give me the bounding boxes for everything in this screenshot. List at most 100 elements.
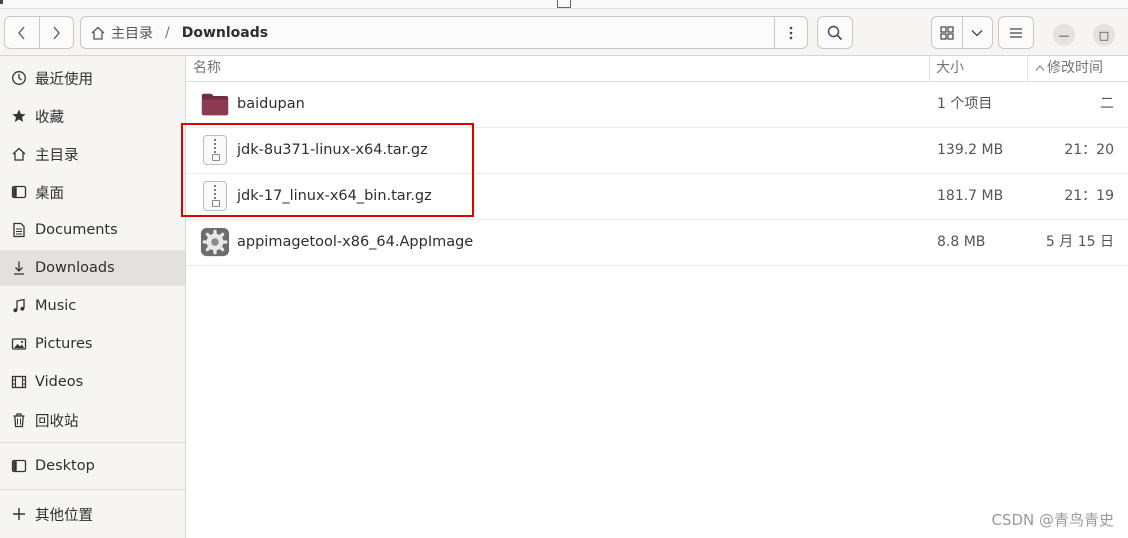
sidebar-item-label: Documents bbox=[35, 222, 118, 238]
column-divider bbox=[1027, 56, 1028, 81]
navigation-buttons bbox=[4, 16, 74, 49]
sidebar-item-label: 其他位置 bbox=[35, 507, 93, 524]
folder-icon bbox=[201, 93, 229, 116]
file-name: appimagetool-x86_64.AppImage bbox=[237, 234, 474, 250]
sidebar-item-label: 主目录 bbox=[35, 147, 79, 164]
watermark: CSDN @青鸟青史 bbox=[991, 511, 1114, 529]
file-modified: 21：19 bbox=[1064, 188, 1114, 204]
sidebar-item-pictures[interactable]: Pictures bbox=[0, 326, 185, 362]
desktop-icon bbox=[9, 184, 29, 200]
back-button[interactable] bbox=[5, 17, 39, 48]
sidebar-item-label: Videos bbox=[35, 374, 84, 390]
sidebar-item-label: Desktop bbox=[35, 458, 95, 474]
sidebar: 最近使用 收藏 主目录 桌面 Documents Downloads Music… bbox=[0, 56, 186, 538]
trash-icon bbox=[9, 412, 29, 428]
column-divider bbox=[929, 56, 930, 81]
archive-icon bbox=[200, 181, 230, 211]
home-icon bbox=[9, 146, 29, 162]
sidebar-item-other-locations[interactable]: 其他位置 bbox=[0, 496, 185, 532]
minimize-button[interactable]: — bbox=[1053, 24, 1075, 46]
grid-icon bbox=[940, 25, 954, 40]
minimize-icon: — bbox=[1058, 28, 1070, 42]
breadcrumb-separator: / bbox=[165, 24, 170, 41]
search-button[interactable] bbox=[817, 16, 853, 49]
forward-button[interactable] bbox=[38, 17, 74, 48]
background-window-handle bbox=[557, 0, 571, 8]
music-icon bbox=[9, 298, 29, 314]
path-menu-button[interactable] bbox=[774, 17, 807, 48]
column-modified-sort[interactable]: 修改时间 bbox=[1035, 56, 1103, 81]
header-bar: 主目录 / Downloads — □ bbox=[0, 9, 1128, 56]
sidebar-item-label: Music bbox=[35, 298, 77, 314]
video-icon bbox=[9, 374, 29, 390]
file-row[interactable]: jdk-17_linux-x64_bin.tar.gz 181.7 MB 21：… bbox=[186, 173, 1128, 220]
sidebar-divider bbox=[0, 489, 185, 490]
file-name: jdk-17_linux-x64_bin.tar.gz bbox=[237, 188, 432, 204]
plus-icon bbox=[9, 507, 29, 521]
file-size: 181.7 MB bbox=[937, 188, 1004, 204]
maximize-icon: □ bbox=[1098, 28, 1110, 42]
sidebar-item-desktop-drive[interactable]: Desktop bbox=[0, 448, 185, 484]
chevron-down-icon bbox=[971, 29, 983, 36]
sidebar-item-label: 桌面 bbox=[35, 185, 64, 202]
file-name: baidupan bbox=[237, 96, 305, 112]
file-row[interactable]: baidupan 1 个项目 二 bbox=[186, 81, 1128, 128]
archive-icon bbox=[200, 135, 230, 165]
view-options-button[interactable] bbox=[961, 17, 993, 48]
background-window-strip bbox=[0, 0, 1128, 9]
clock-icon bbox=[9, 70, 29, 86]
column-size[interactable]: 大小 bbox=[936, 56, 964, 81]
file-size: 8.8 MB bbox=[937, 234, 986, 250]
file-name: jdk-8u371-linux-x64.tar.gz bbox=[237, 142, 428, 158]
document-icon bbox=[9, 222, 29, 238]
hamburger-icon bbox=[1010, 27, 1022, 38]
file-size: 139.2 MB bbox=[937, 142, 1004, 158]
breadcrumb-current[interactable]: Downloads bbox=[182, 25, 268, 41]
chevron-left-icon bbox=[17, 26, 25, 39]
sidebar-item-label: 收藏 bbox=[35, 109, 64, 126]
file-modified: 5 月 15 日 bbox=[1045, 234, 1114, 250]
sidebar-item-label: Downloads bbox=[35, 260, 115, 276]
home-icon bbox=[91, 26, 105, 40]
sidebar-item-trash[interactable]: 回收站 bbox=[0, 402, 185, 438]
sidebar-item-home[interactable]: 主目录 bbox=[0, 136, 185, 172]
file-list: 名称 大小 修改时间 baidupan 1 个项目 二 jdk-8u371-li… bbox=[186, 56, 1128, 538]
download-icon bbox=[9, 260, 29, 276]
file-row[interactable]: jdk-8u371-linux-x64.tar.gz 139.2 MB 21：2… bbox=[186, 127, 1128, 174]
sidebar-item-desktop-cn[interactable]: 桌面 bbox=[0, 174, 185, 210]
gear-icon bbox=[200, 227, 230, 257]
path-bar[interactable]: 主目录 / Downloads bbox=[80, 16, 808, 49]
home-crumb[interactable]: 主目录 bbox=[81, 23, 153, 43]
column-header-row: 名称 大小 修改时间 bbox=[186, 56, 1128, 82]
search-icon bbox=[827, 25, 843, 40]
file-size: 1 个项目 bbox=[937, 96, 993, 112]
file-modified: 二 bbox=[1100, 96, 1114, 112]
star-icon bbox=[9, 108, 29, 124]
drive-icon bbox=[9, 458, 29, 474]
sidebar-item-documents[interactable]: Documents bbox=[0, 212, 185, 248]
sidebar-item-label: Pictures bbox=[35, 336, 93, 352]
sidebar-item-downloads[interactable]: Downloads bbox=[0, 250, 185, 286]
maximize-button[interactable]: □ bbox=[1093, 24, 1115, 46]
sidebar-divider bbox=[0, 442, 185, 443]
sidebar-item-music[interactable]: Music bbox=[0, 288, 185, 324]
grid-view-button[interactable] bbox=[932, 17, 962, 48]
main-menu-button[interactable] bbox=[998, 16, 1034, 49]
vertical-dots-icon bbox=[789, 26, 793, 39]
chevron-right-icon bbox=[53, 26, 61, 39]
file-modified: 21：20 bbox=[1064, 142, 1114, 158]
sidebar-item-label: 最近使用 bbox=[35, 71, 93, 88]
file-row[interactable]: appimagetool-x86_64.AppImage 8.8 MB 5 月 … bbox=[186, 219, 1128, 266]
view-buttons bbox=[931, 16, 993, 49]
zipper-graphic bbox=[203, 135, 227, 165]
sidebar-item-label: 回收站 bbox=[35, 413, 79, 430]
sort-ascending-icon bbox=[1035, 65, 1045, 71]
breadcrumb-home: 主目录 bbox=[111, 25, 153, 42]
column-name[interactable]: 名称 bbox=[193, 56, 221, 81]
picture-icon bbox=[9, 336, 29, 352]
sidebar-item-starred[interactable]: 收藏 bbox=[0, 98, 185, 134]
sidebar-item-videos[interactable]: Videos bbox=[0, 364, 185, 400]
sidebar-item-recent[interactable]: 最近使用 bbox=[0, 60, 185, 96]
column-modified: 修改时间 bbox=[1047, 60, 1103, 76]
zipper-graphic bbox=[203, 181, 227, 211]
